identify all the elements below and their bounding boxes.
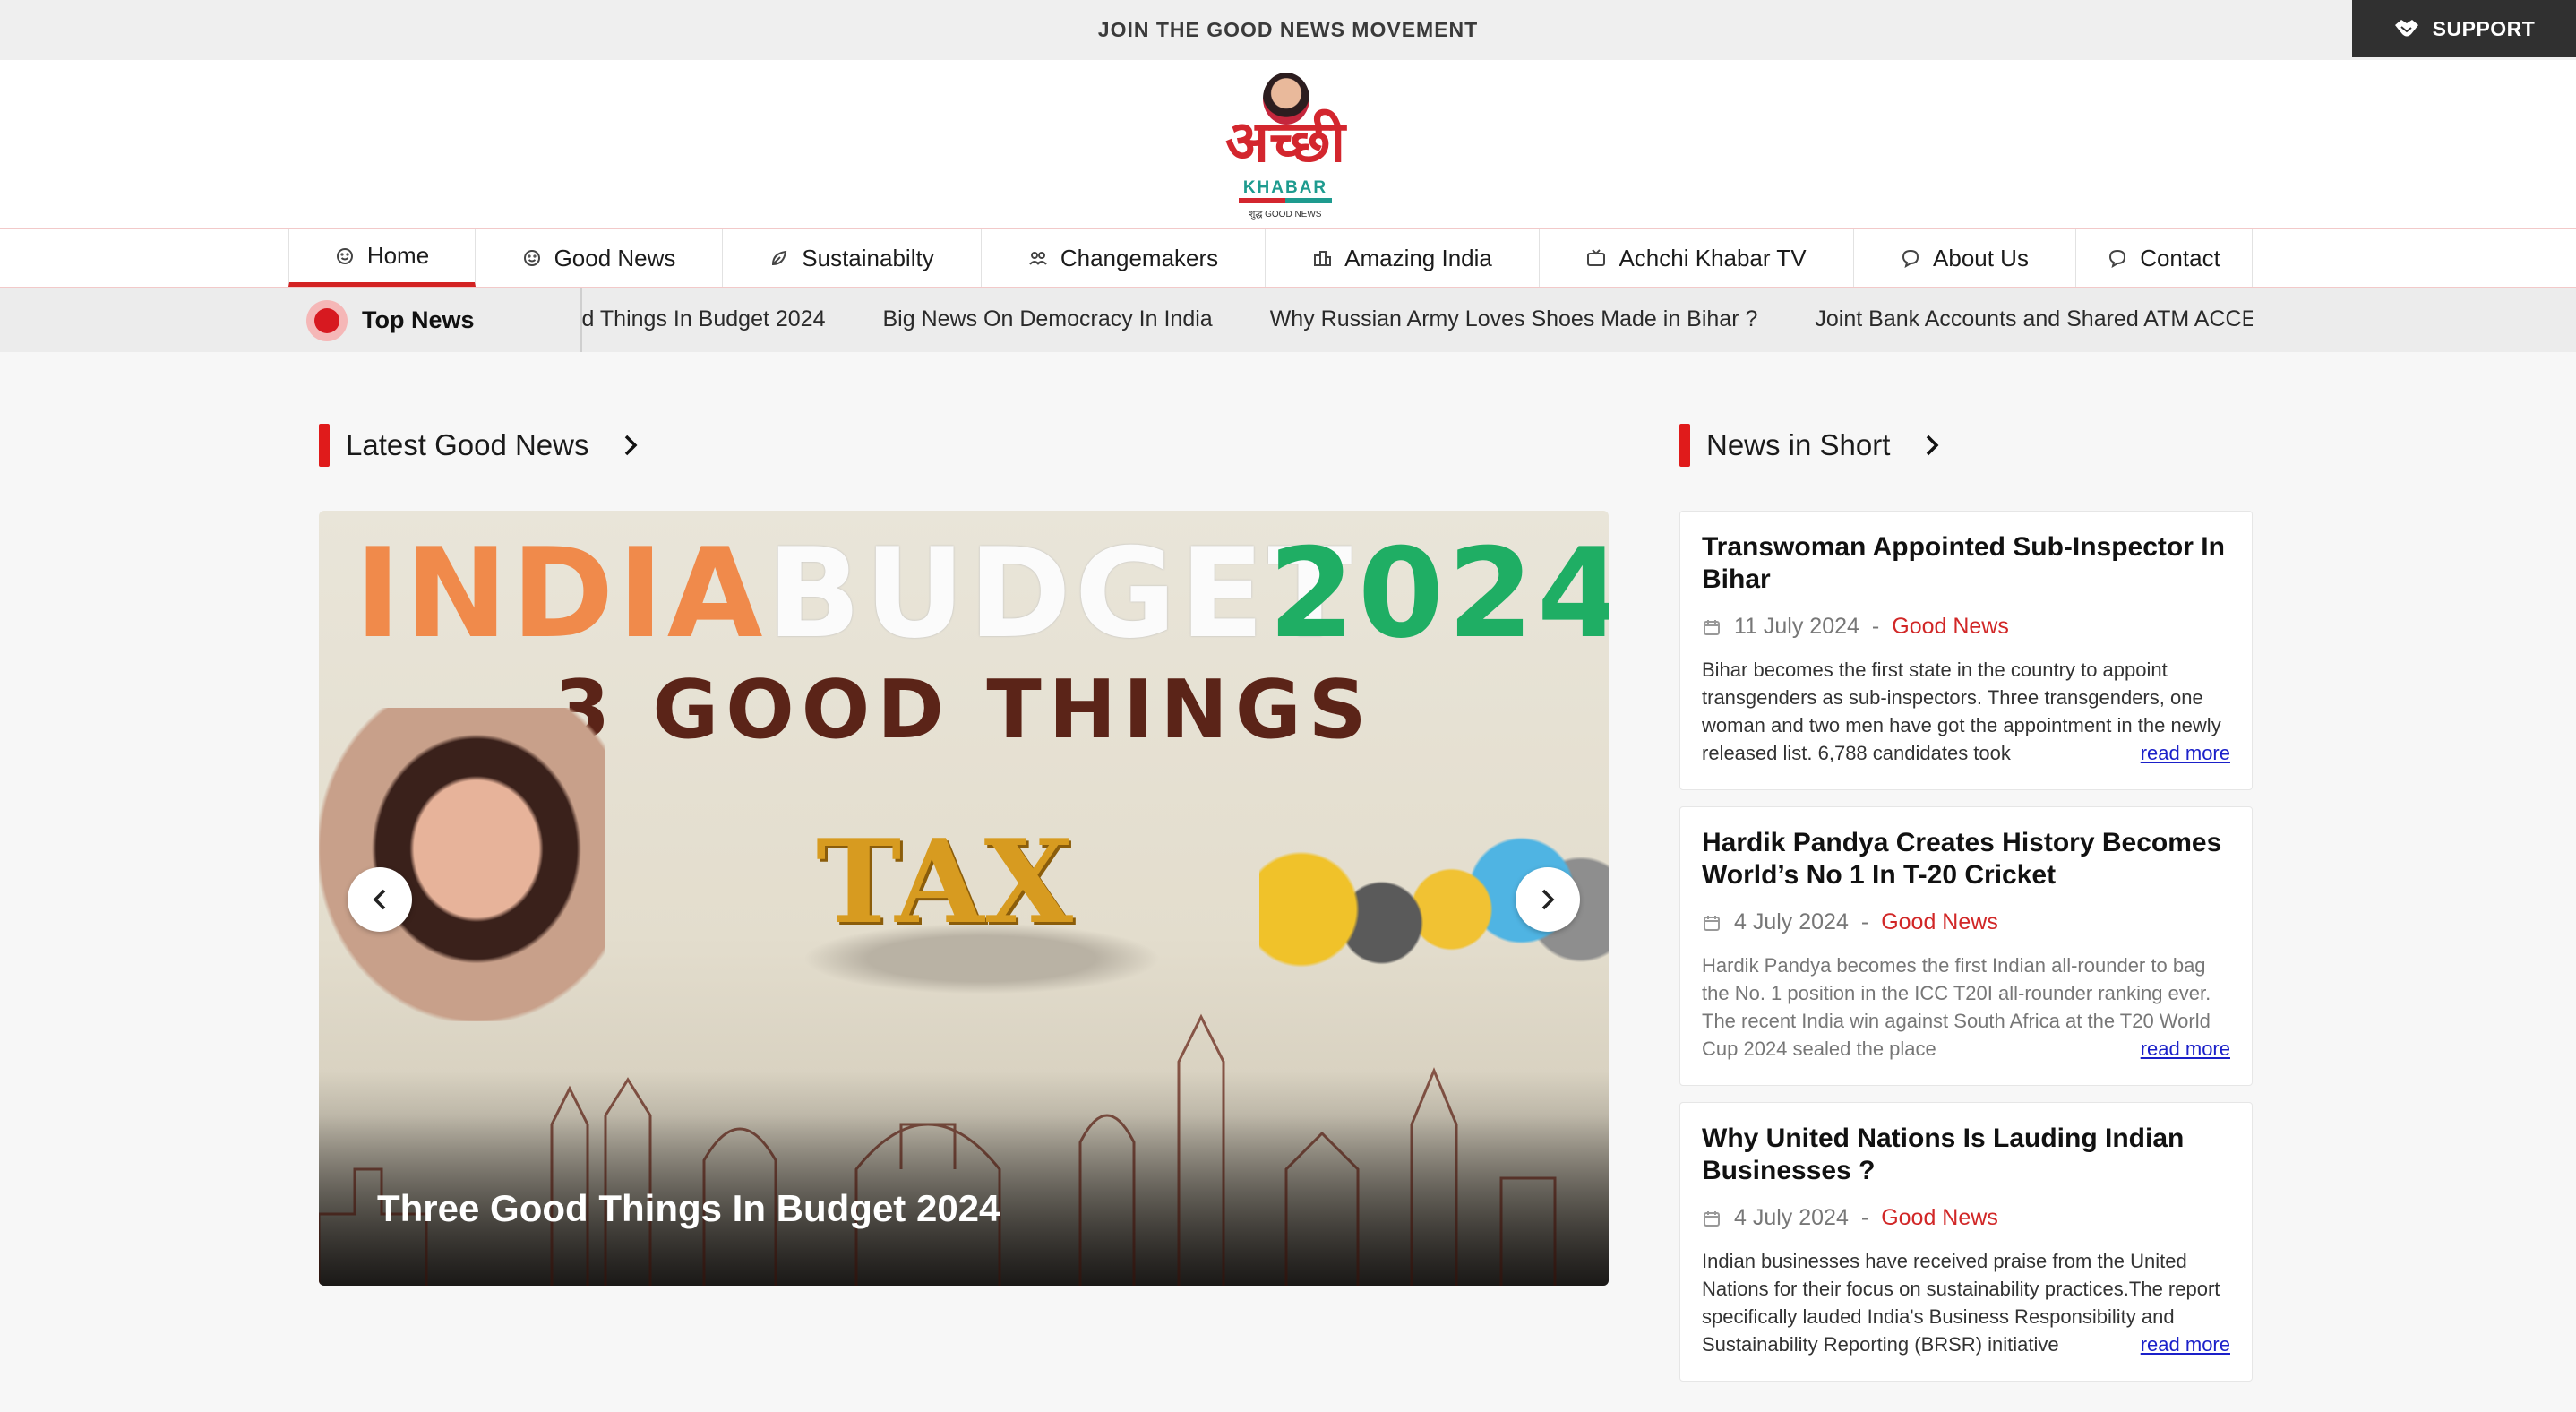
calendar-icon	[1704, 1210, 1720, 1227]
handshake-icon	[2394, 20, 2418, 37]
banner-tax: TAX	[816, 815, 1073, 950]
chat-icon	[2109, 249, 2126, 268]
ticker-item[interactable]: Three Good Things In Budget 2024	[582, 306, 825, 331]
live-dot-icon	[306, 299, 348, 341]
latest-good-news-heading[interactable]: Latest Good News	[319, 424, 640, 467]
logo-underline	[1239, 198, 1332, 203]
ticker-label-text: Top News	[362, 306, 475, 333]
slide-caption[interactable]: Three Good Things In Budget 2024	[377, 1187, 1000, 1230]
news-card-category[interactable]: Good News	[1892, 614, 2009, 640]
nav-label: Contact	[2140, 244, 2220, 271]
nav-item-amazing-india[interactable]: Amazing India	[1266, 229, 1540, 287]
news-card-date: 4 July 2024	[1734, 909, 1849, 934]
banner-word-india: INDIA	[355, 521, 767, 666]
ticker-track: Three Good Things In Budget 2024 Big News…	[582, 288, 2253, 352]
logo-hindi-text: अच्छी	[1225, 108, 1345, 176]
news-card-meta: 4 July 2024 - Good News	[1702, 909, 2230, 935]
meta-separator: -	[1860, 1205, 1869, 1230]
news-card-title[interactable]: Transwoman Appointed Sub-Inspector In Bi…	[1702, 531, 2230, 596]
nav-label: Amazing India	[1344, 244, 1492, 271]
nav-item-contact[interactable]: Contact	[2076, 229, 2253, 287]
nav-label: About Us	[1933, 244, 2029, 271]
nav-label: Good News	[554, 244, 676, 271]
heading-accent-bar	[319, 424, 330, 467]
news-card-category[interactable]: Good News	[1881, 1205, 1998, 1231]
nav-item-changemakers[interactable]: Changemakers	[982, 229, 1266, 287]
news-card-excerpt: Bihar becomes the first state in the cou…	[1702, 656, 2230, 767]
news-in-short-heading[interactable]: News in Short	[1679, 424, 1942, 467]
site-logo[interactable]: अच्छी KHABAR शुद्ध GOOD NEWS	[1223, 73, 1348, 220]
calendar-icon	[1704, 915, 1720, 931]
ticker-item[interactable]: Big News On Democracy In India	[882, 306, 1212, 331]
read-more-link[interactable]: read more	[2129, 739, 2230, 767]
meta-separator: -	[1860, 909, 1869, 934]
slider-prev-button[interactable]	[348, 867, 412, 932]
meta-separator: -	[1871, 614, 1880, 639]
read-more-link[interactable]: read more	[2129, 1035, 2230, 1063]
support-label: SUPPORT	[2432, 16, 2536, 40]
chevron-right-icon	[625, 435, 638, 456]
nav-label: Achchi Khabar TV	[1619, 244, 1807, 271]
nav-label: Home	[366, 242, 430, 269]
join-movement-text[interactable]: JOIN THE GOOD NEWS MOVEMENT	[0, 18, 2576, 42]
top-bar: JOIN THE GOOD NEWS MOVEMENT SUPPORT	[0, 0, 2576, 60]
news-card[interactable]: Hardik Pandya Creates History Becomes Wo…	[1679, 806, 2253, 1086]
latest-heading-text: Latest Good News	[346, 428, 589, 461]
news-card-date: 11 July 2024	[1734, 614, 1859, 639]
chevron-right-icon	[1927, 435, 1939, 456]
news-card-title[interactable]: Hardik Pandya Creates History Becomes Wo…	[1702, 827, 2230, 891]
nav-item-good-news[interactable]: Good News	[476, 229, 723, 287]
smiley-icon	[523, 250, 540, 266]
chevron-right-icon	[1541, 889, 1555, 910]
site-header: अच्छी KHABAR शुद्ध GOOD NEWS	[0, 60, 2576, 228]
news-card-category[interactable]: Good News	[1881, 909, 1998, 935]
logo-tagline: शुद्ध GOOD NEWS	[1249, 210, 1322, 220]
slider-next-button[interactable]	[1516, 867, 1580, 932]
slide-woman-image	[319, 708, 605, 1021]
main-nav: Home Good News Sustainabilty Changemaker…	[0, 228, 2576, 288]
tv-icon	[1587, 249, 1606, 266]
nav-label: Sustainabilty	[802, 244, 934, 271]
ticker-label: Top News	[288, 288, 582, 352]
news-card-excerpt: Hardik Pandya becomes the first Indian a…	[1702, 951, 2230, 1063]
nav-label: Changemakers	[1060, 244, 1219, 271]
nav-item-achchi-khabar-tv[interactable]: Achchi Khabar TV	[1540, 229, 1854, 287]
featured-slider[interactable]: INDIA BUDGET 2024 3 GOOD THINGS TAX Thre…	[319, 511, 1609, 1286]
ticker-item[interactable]: Joint Bank Accounts and Shared ATM ACCES	[1815, 306, 2253, 331]
news-card-date: 4 July 2024	[1734, 1205, 1849, 1230]
nav-item-sustainability[interactable]: Sustainabilty	[723, 229, 982, 287]
ticker-item[interactable]: Why Russian Army Loves Shoes Made in Bih…	[1270, 306, 1758, 331]
news-card-meta: 11 July 2024 - Good News	[1702, 614, 2230, 640]
short-heading-text: News in Short	[1706, 428, 1891, 461]
heading-accent-bar	[1679, 424, 1690, 467]
news-card-excerpt: Indian businesses have received praise f…	[1702, 1247, 2230, 1358]
buildings-icon	[1314, 251, 1332, 266]
nav-item-about-us[interactable]: About Us	[1854, 229, 2076, 287]
nav-item-home[interactable]: Home	[288, 229, 476, 287]
news-card-title[interactable]: Why United Nations Is Lauding Indian Bus…	[1702, 1123, 2230, 1187]
chat-icon	[1902, 249, 1919, 268]
smiley-icon	[336, 247, 353, 264]
calendar-icon	[1704, 619, 1720, 635]
top-news-ticker: Top News Three Good Things In Budget 202…	[0, 288, 2576, 352]
banner-word-budget: BUDGET	[767, 521, 1356, 666]
news-card-meta: 4 July 2024 - Good News	[1702, 1205, 2230, 1231]
people-icon	[1029, 252, 1047, 265]
news-card[interactable]: Why United Nations Is Lauding Indian Bus…	[1679, 1102, 2253, 1382]
chevron-left-icon	[373, 889, 386, 910]
banner-word-year: 2024	[1268, 521, 1609, 666]
logo-khabar-text: KHABAR	[1242, 178, 1328, 197]
slide-caption-shade	[319, 1071, 1609, 1286]
leaf-icon	[772, 250, 787, 266]
read-more-link[interactable]: read more	[2129, 1330, 2230, 1358]
support-button[interactable]: SUPPORT	[2352, 0, 2576, 57]
news-card[interactable]: Transwoman Appointed Sub-Inspector In Bi…	[1679, 511, 2253, 790]
